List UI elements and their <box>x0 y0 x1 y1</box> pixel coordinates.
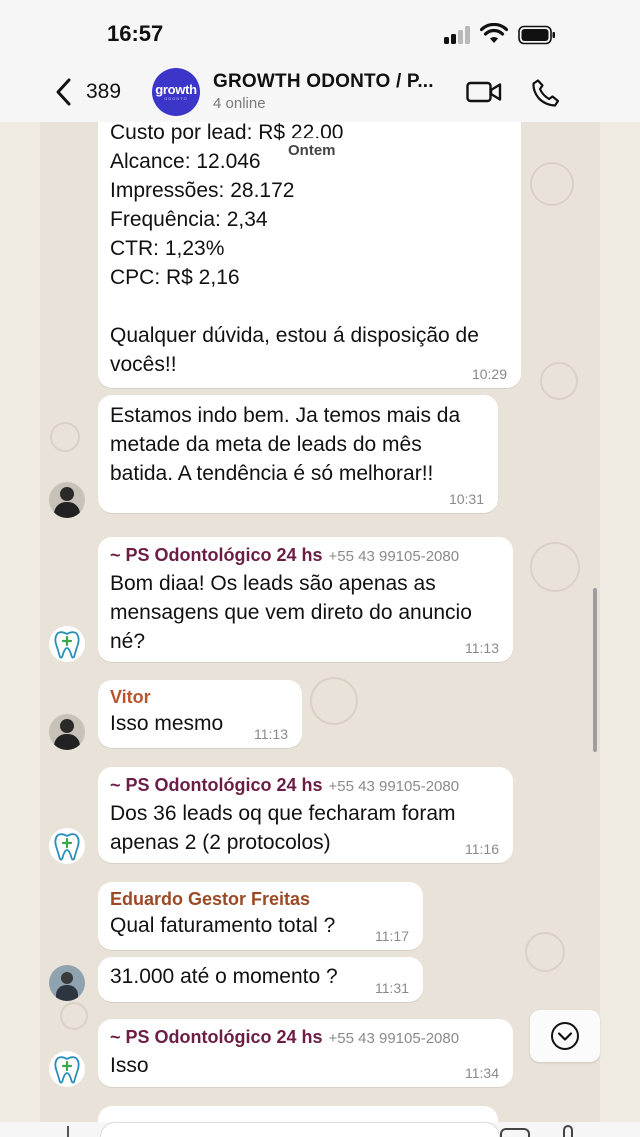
group-title[interactable]: GROWTH ODONTO / P... <box>213 71 434 93</box>
message-text: Dos 36 leads oq que fecharam foram apena… <box>110 802 462 854</box>
camera-icon[interactable] <box>500 1128 530 1137</box>
sender-phone: +55 43 99105-2080 <box>328 778 460 795</box>
avatar[interactable] <box>49 714 85 750</box>
sender-name[interactable]: ~ PS Odontológico 24 hs +55 43 99105-2080 <box>110 537 501 569</box>
message-text: Estamos indo bem. Ja temos mais da metad… <box>110 404 466 485</box>
message-time: 11:17 <box>375 928 409 944</box>
message-bubble[interactable]: Eduardo Gestor Freitas Qual faturamento … <box>98 882 423 950</box>
sender-phone: +55 43 99105-2080 <box>328 548 460 565</box>
message-time: 11:34 <box>465 1065 499 1081</box>
sender-name-text: ~ PS Odontológico 24 hs <box>110 545 323 565</box>
group-logo-text: growth <box>155 81 197 97</box>
sender-phone: +55 43 99105-2080 <box>328 1030 460 1047</box>
online-count: 4 online <box>213 95 266 112</box>
wallpaper-doodle <box>530 162 574 206</box>
scroll-indicator[interactable] <box>593 588 597 752</box>
wallpaper-doodle <box>50 422 80 452</box>
sender-name[interactable]: Vitor <box>110 680 290 709</box>
sender-name[interactable]: ~ PS Odontológico 24 hs +55 43 99105-2080 <box>110 1019 501 1051</box>
message-time: 11:31 <box>375 980 409 996</box>
group-logo-subtext: ODONTO <box>164 95 188 101</box>
chat-header: 389 growth ODONTO GROWTH ODONTO / P... 4… <box>0 62 640 122</box>
video-call-icon[interactable] <box>466 78 502 106</box>
avatar[interactable] <box>49 482 85 518</box>
sender-name[interactable]: ~ PS Odontológico 24 hs +55 43 99105-2080 <box>110 767 501 799</box>
message-bubble[interactable]: ~ PS Odontológico 24 hs +55 43 99105-2080… <box>98 537 513 662</box>
message-time: 10:29 <box>471 366 507 382</box>
tooth-logo-icon[interactable] <box>49 626 85 662</box>
chat-area[interactable]: Custo por lead: R$ 22,00 Alcance: 12.046… <box>40 122 600 1122</box>
message-bubble[interactable]: 31.000 até o momento ? 11:31 <box>98 957 423 1002</box>
message-text: 31.000 até o momento ? <box>110 965 338 988</box>
battery-icon <box>518 25 555 45</box>
tooth-logo-icon[interactable] <box>49 1051 85 1087</box>
status-time: 16:57 <box>107 21 164 46</box>
sender-name[interactable]: Eduardo Gestor Freitas <box>110 882 411 911</box>
phone-call-icon[interactable] <box>531 78 561 108</box>
message-bubble[interactable]: ~ PS Odontológico 24 hs +55 43 99105-2080… <box>98 1019 513 1087</box>
message-time: 11:13 <box>465 640 499 656</box>
tooth-logo-icon[interactable] <box>49 828 85 864</box>
back-chevron-icon[interactable] <box>52 77 76 107</box>
wallpaper-doodle <box>530 542 580 592</box>
wifi-icon <box>480 23 508 43</box>
scroll-to-bottom-button[interactable] <box>530 1010 600 1062</box>
sender-name-text: ~ PS Odontológico 24 hs <box>110 1027 323 1047</box>
message-time: 11:16 <box>465 841 499 857</box>
microphone-icon[interactable] <box>563 1125 573 1137</box>
message-bubble[interactable]: Vitor Isso mesmo 11:13 <box>98 680 302 748</box>
message-bubble[interactable] <box>98 1106 498 1122</box>
chevron-down-icon <box>551 1022 579 1050</box>
unread-count[interactable]: 389 <box>86 80 121 104</box>
message-input-bar <box>0 1122 640 1137</box>
cellular-signal-icon <box>444 26 474 44</box>
message-text: Qual faturamento total ? <box>110 914 336 937</box>
message-bubble[interactable]: Estamos indo bem. Ja temos mais da metad… <box>98 395 498 513</box>
status-bar: 16:57 <box>0 0 640 62</box>
wallpaper-doodle <box>540 362 578 400</box>
message-text: Isso <box>110 1054 149 1077</box>
group-avatar[interactable]: growth ODONTO <box>152 68 200 116</box>
wallpaper-doodle <box>60 1002 88 1030</box>
plus-icon[interactable] <box>67 1126 69 1137</box>
wallpaper-doodle <box>310 677 358 725</box>
message-input[interactable] <box>100 1122 500 1137</box>
message-time: 11:13 <box>254 726 288 742</box>
message-time: 10:31 <box>448 491 484 507</box>
wallpaper-doodle <box>525 932 565 972</box>
message-bubble[interactable]: ~ PS Odontológico 24 hs +55 43 99105-2080… <box>98 767 513 863</box>
date-divider: Ontem <box>278 138 346 164</box>
sender-name-text: ~ PS Odontológico 24 hs <box>110 775 323 795</box>
message-text: Bom diaa! Os leads são apenas as mensage… <box>110 572 478 653</box>
avatar[interactable] <box>49 965 85 1001</box>
